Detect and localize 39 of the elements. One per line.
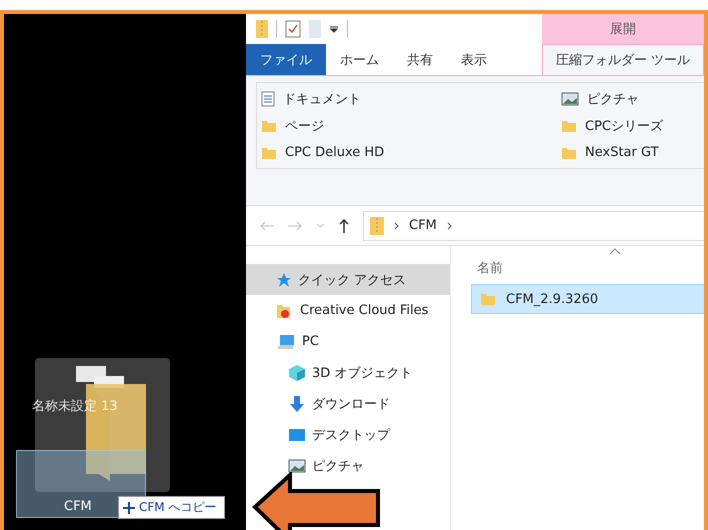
nav-item[interactable]: ダウンロード (246, 388, 450, 419)
folder-label: CFM (64, 499, 92, 514)
up-arrow-icon[interactable] (339, 218, 349, 232)
ribbon-item[interactable]: CPCシリーズ (561, 112, 700, 139)
chevron-right-icon[interactable] (446, 222, 452, 230)
dropdown-icon[interactable] (329, 25, 339, 33)
plus-icon (123, 502, 135, 514)
ribbon-item[interactable]: ページ (261, 112, 561, 139)
chevron-right-icon[interactable] (394, 222, 399, 230)
file-row[interactable]: CFM_2.9.3260 (471, 284, 704, 314)
nav-item[interactable]: デスクトップ (246, 419, 450, 450)
desktop-icon (288, 426, 306, 442)
ribbon-item[interactable]: ドキュメント (261, 85, 561, 112)
download-icon (288, 394, 306, 412)
nav-item[interactable]: ピクチャ (246, 450, 450, 481)
nav-item[interactable]: 3D オブジェクト (246, 357, 450, 388)
picture-icon (288, 458, 306, 472)
star-icon (276, 272, 292, 288)
ribbon-item[interactable]: NexStar GT (561, 139, 700, 166)
nav-item[interactable]: Creative Cloud Files (246, 295, 450, 326)
address-bar[interactable]: CFM (363, 210, 704, 240)
ribbon-tab[interactable]: ファイル (246, 44, 326, 75)
breadcrumb-item[interactable]: CFM (409, 218, 437, 233)
cube-icon (288, 364, 306, 382)
ribbon-item[interactable]: ピクチャ (561, 85, 700, 112)
context-tab-header: 展開 (542, 14, 704, 44)
checkbox-icon[interactable] (285, 20, 301, 38)
folder-icon (480, 291, 496, 307)
document-icon (261, 90, 275, 106)
sort-caret-icon (609, 248, 621, 255)
computer-icon (276, 334, 296, 350)
zip-folder-icon (370, 216, 384, 234)
column-header[interactable]: 名前 (471, 252, 704, 284)
ribbon-item[interactable]: CPC Deluxe HD (261, 139, 561, 166)
nav-item[interactable]: PC (246, 326, 450, 357)
picture-icon (561, 92, 579, 106)
copy-to-text: CFM へコピー (139, 499, 216, 516)
nav-item[interactable]: クイック アクセス (246, 264, 450, 295)
ribbon-tab[interactable]: 圧縮フォルダー ツール (542, 44, 704, 75)
